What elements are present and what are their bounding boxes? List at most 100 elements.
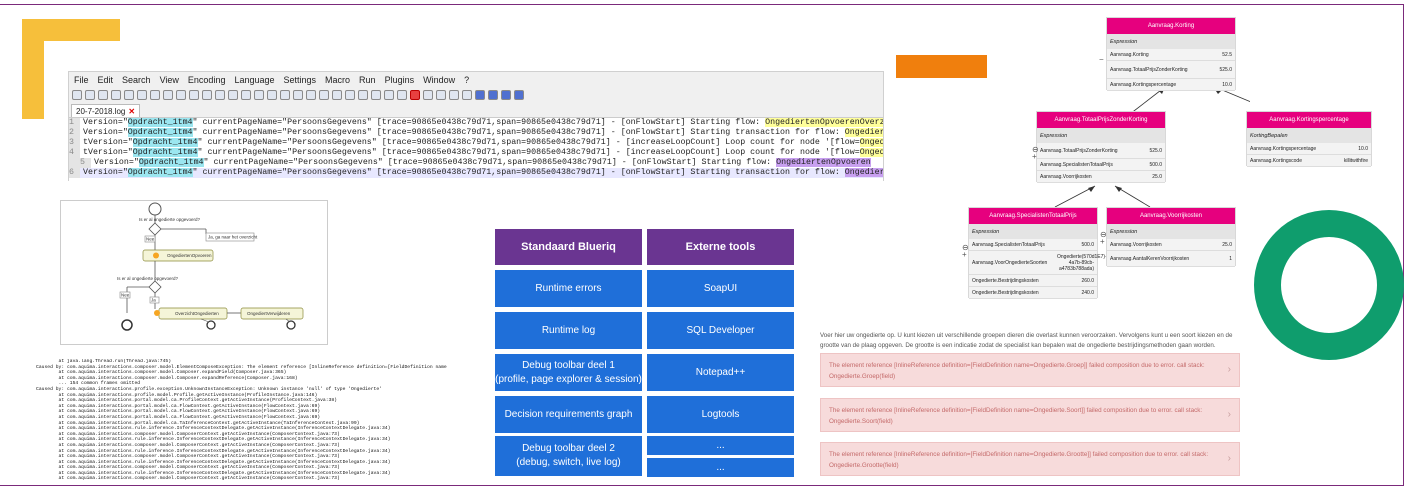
menu-item-window[interactable]: Window xyxy=(423,75,455,85)
replace-icon[interactable] xyxy=(241,90,251,100)
sync-h-icon[interactable] xyxy=(293,90,303,100)
all-chars-icon[interactable] xyxy=(319,90,329,100)
editor-line[interactable]: 3 tVersion="Opdracht_1tm4" currentPageNam… xyxy=(69,138,883,148)
wrap-icon[interactable] xyxy=(306,90,316,100)
drg-node-specialisten-row: Ongedierte.Bestrijdingskosten 260.0 xyxy=(969,275,1097,287)
tool-cell-blueriq[interactable]: Debug toolbar deel 1 (profile, page expl… xyxy=(495,354,642,391)
line-highlight-version: Opdracht_1tm4 xyxy=(132,148,198,157)
flow-ja2-label: Ja xyxy=(151,298,156,303)
menu-item-settings[interactable]: Settings xyxy=(284,75,317,85)
error-message[interactable]: The element reference [InlineReference d… xyxy=(820,398,1240,432)
line-highlight-version: Opdracht_1tm4 xyxy=(127,118,193,127)
indent-guide-icon[interactable] xyxy=(332,90,342,100)
row-key: Aanvraag.SpecialistenTotaalPrijs xyxy=(1040,161,1113,168)
drg-collapse-icon[interactable]: + xyxy=(1032,152,1037,161)
expand-icon[interactable] xyxy=(514,90,524,100)
editor-line[interactable]: 5 Version="Opdracht_1tm4" currentPageName… xyxy=(69,158,883,168)
tool-cell-external[interactable]: Notepad++ xyxy=(647,354,794,391)
editor-line[interactable]: 2 Version="Opdracht_1tm4" currentPageName… xyxy=(69,128,883,138)
menu-item-view[interactable]: View xyxy=(160,75,179,85)
chevron-right-icon[interactable]: › xyxy=(1228,409,1231,420)
drg-node-totaalprijs[interactable]: Aanvraag.TotaalPrijsZonderKorting Express… xyxy=(1036,111,1166,183)
paste-icon[interactable] xyxy=(189,90,199,100)
undo-icon[interactable] xyxy=(202,90,212,100)
row-key: Aanvraag.Kortingspercentage xyxy=(1110,81,1177,88)
menu-item-language[interactable]: Language xyxy=(234,75,274,85)
function-list-icon[interactable] xyxy=(371,90,381,100)
drg-node-kortingspercentage[interactable]: Aanvraag.Kortingspercentage KortingBepale… xyxy=(1246,111,1372,167)
record-icon[interactable] xyxy=(410,90,420,100)
menu-item-encoding[interactable]: Encoding xyxy=(188,75,226,85)
save-macro-icon[interactable] xyxy=(462,90,472,100)
sync-v-icon[interactable] xyxy=(280,90,290,100)
drg-node-specialisten[interactable]: Aanvraag.SpecialistenTotaalPrijs Expressi… xyxy=(968,207,1120,299)
editor-line[interactable]: 6 Version="Opdracht_1tm4" currentPageName… xyxy=(69,168,883,178)
error-message[interactable]: The element reference [InlineReference d… xyxy=(820,353,1240,387)
open-icon[interactable] xyxy=(85,90,95,100)
drg-node-korting[interactable]: Aanvraag.Korting Expression Aanvraag.Korti… xyxy=(1106,17,1236,91)
line-prefix: Version=" xyxy=(82,168,128,177)
tool-cell-blueriq[interactable]: Runtime log xyxy=(495,312,642,349)
tool-cell-blueriq[interactable]: Decision requirements graph xyxy=(495,396,642,433)
menu-item-file[interactable]: File xyxy=(74,75,89,85)
collapse-icon[interactable] xyxy=(475,90,485,100)
tool-cell-external[interactable]: SQL Developer xyxy=(647,312,794,349)
find-icon[interactable] xyxy=(228,90,238,100)
menu-item-plugins[interactable]: Plugins xyxy=(385,75,415,85)
error-message[interactable]: The element reference [InlineReference d… xyxy=(820,442,1240,476)
zoom-out-icon[interactable] xyxy=(267,90,277,100)
doc-map-icon[interactable] xyxy=(358,90,368,100)
line-highlight-flow: OngediertenOpvoeren xyxy=(844,168,883,177)
udl-icon[interactable] xyxy=(345,90,355,100)
drg-node-voorrijkosten-row: Aanvraag.AantalKerenVoorrijkosten 1 xyxy=(1107,251,1235,267)
line-highlight-flow: OngediertenOpvoerenOverzicht xyxy=(859,138,883,147)
flow-gateway-2 xyxy=(148,280,162,294)
menu-item-macro[interactable]: Macro xyxy=(325,75,350,85)
drg-collapse-icon[interactable]: + xyxy=(962,250,967,259)
row-key: Aanvraag.VoorOngedierteSoorten xyxy=(972,259,1048,266)
drg-node-korting-row: Aanvraag.TotaalPrijsZonderKorting 525.0 xyxy=(1107,61,1235,79)
close-all-icon[interactable] xyxy=(137,90,147,100)
tab-close-icon[interactable]: ✕ xyxy=(128,107,135,116)
save-icon[interactable] xyxy=(98,90,108,100)
notepad-tab[interactable]: 20-7-2018.log ✕ xyxy=(71,104,141,117)
flow-end-node xyxy=(121,319,133,331)
menu-item-run[interactable]: Run xyxy=(359,75,376,85)
stop-icon[interactable] xyxy=(423,90,433,100)
tool-cell-external[interactable]: ... xyxy=(647,458,794,477)
tool-cell-external[interactable]: ... xyxy=(647,436,794,455)
editor-line[interactable]: 1 Version="Opdracht_1tm4" currentPageName… xyxy=(69,118,883,128)
notepad-editor[interactable]: 1 Version="Opdracht_1tm4" currentPageName… xyxy=(69,117,883,181)
save-all-icon[interactable] xyxy=(111,90,121,100)
zoom-in-icon[interactable] xyxy=(254,90,264,100)
menu-item-search[interactable]: Search xyxy=(122,75,151,85)
drg-node-voorrijkosten[interactable]: Aanvraag.Voorrijkosten Expression Aanvraag… xyxy=(1106,207,1236,267)
chevron-right-icon[interactable]: › xyxy=(1228,364,1231,375)
copy-icon[interactable] xyxy=(176,90,186,100)
up-icon[interactable] xyxy=(488,90,498,100)
print-icon[interactable] xyxy=(150,90,160,100)
menu-item-q[interactable]: ? xyxy=(464,75,469,85)
tool-cell-external[interactable]: Logtools xyxy=(647,396,794,433)
chevron-right-icon[interactable]: › xyxy=(1228,453,1231,464)
close-icon[interactable] xyxy=(124,90,134,100)
redo-icon[interactable] xyxy=(215,90,225,100)
editor-line[interactable]: 4 tVersion="Opdracht_1tm4" currentPageNam… xyxy=(69,148,883,158)
flow-q1: Is er al ongedierte opgevoerd? xyxy=(139,217,201,222)
cut-icon[interactable] xyxy=(163,90,173,100)
drg-node-korting-row: Aanvraag.Korting 52.5 xyxy=(1107,49,1235,61)
new-icon[interactable] xyxy=(72,90,82,100)
line-text: Version="Opdracht_1tm4" currentPageName=… xyxy=(80,118,883,128)
down-icon[interactable] xyxy=(501,90,511,100)
tool-cell-external[interactable]: SoapUI xyxy=(647,270,794,307)
menu-item-edit[interactable]: Edit xyxy=(98,75,114,85)
monitor-icon[interactable] xyxy=(397,90,407,100)
play-multi-icon[interactable] xyxy=(449,90,459,100)
play-icon[interactable] xyxy=(436,90,446,100)
folder-icon[interactable] xyxy=(384,90,394,100)
drg-collapse-icon[interactable]: + xyxy=(1100,237,1105,246)
tool-cell-blueriq[interactable]: Debug toolbar deel 2 (debug, switch, liv… xyxy=(495,436,642,476)
tool-cell-blueriq[interactable]: Runtime errors xyxy=(495,270,642,307)
drg-collapse-icon[interactable]: − xyxy=(1099,55,1104,64)
line-prefix: Version=" xyxy=(94,158,139,167)
